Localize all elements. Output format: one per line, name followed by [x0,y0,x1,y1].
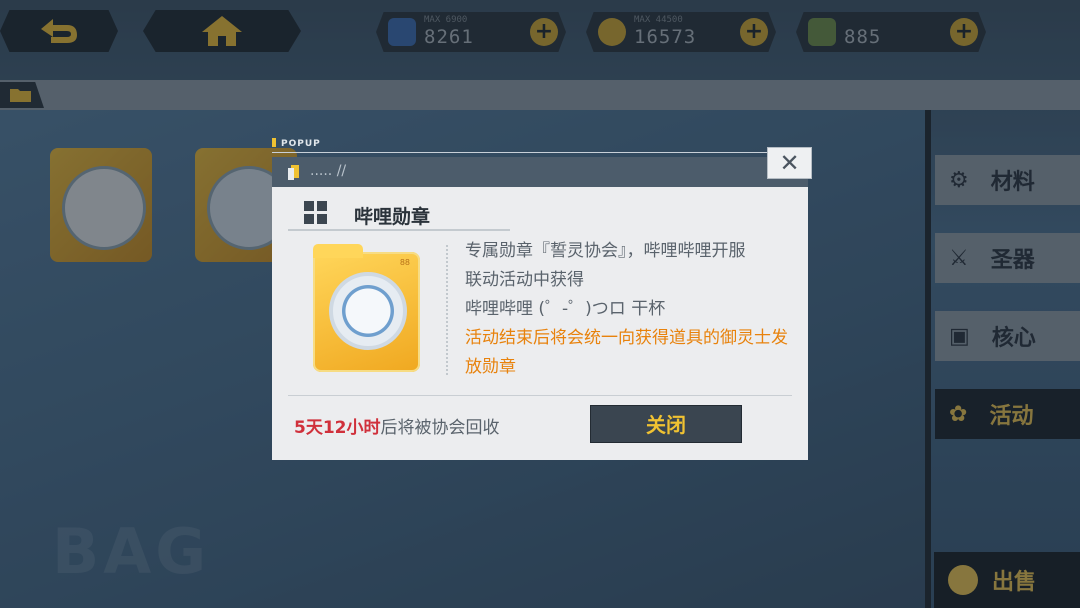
popup-header: ..... // [272,157,808,187]
horizontal-separator [288,395,792,396]
medal-description: 专属勋章『誓灵协会』，哔哩哔哩开服 联动活动中获得 哔哩哔哩 (゜-゜)つロ 干… [465,237,795,382]
desc-line: 联动活动中获得 [465,270,584,290]
popup-title: 哔哩勋章 [354,206,431,228]
title-row: 哔哩勋章 [288,197,510,231]
card-tab [313,244,363,258]
popup-header-text: ..... // [310,163,347,179]
desc-line: 哔哩哔哩 (゜-゜)つロ 干杯 [465,299,666,319]
item-grid-icon [304,201,328,225]
timer-remaining: 5天12小时 [294,418,381,438]
popup-rule [272,152,770,153]
card-stack-icon [288,168,294,180]
close-button[interactable]: 关闭 [590,405,742,443]
popup-label: POPUP [272,138,321,149]
timer-text: 后将被协会回收 [380,418,500,438]
expiry-timer: 5天12小时后将被协会回收 [294,413,500,438]
medal-card: 88 [313,244,420,372]
close-icon[interactable]: ✕ [767,147,812,179]
desc-notice: 活动结束后将会统一向获得道具的御灵士发放勋章 [465,328,788,377]
medal-level: 88 [399,258,410,267]
bilibili-medal-icon [329,272,407,350]
medal-popup: ..... // 哔哩勋章 88 专属勋章『誓灵协会』，哔哩哔哩开服 联动活动中… [272,157,808,460]
desc-line: 专属勋章『誓灵协会』，哔哩哔哩开服 [465,241,746,261]
vertical-separator [446,245,448,375]
